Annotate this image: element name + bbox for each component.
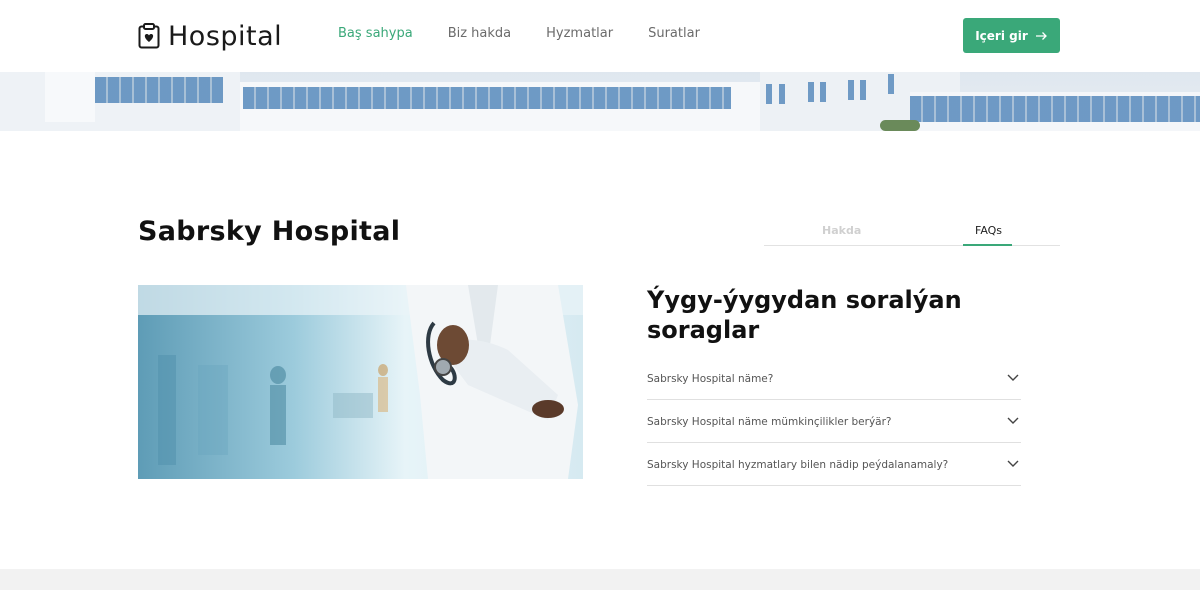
chevron-down-icon bbox=[1007, 417, 1019, 424]
site-header: Hospital Baş sahypa Biz hakda Hyzmatlar … bbox=[0, 0, 1200, 72]
hero-banner-image bbox=[0, 72, 1200, 131]
brand-logo[interactable]: Hospital bbox=[138, 18, 282, 54]
doctor-photo-illustration bbox=[138, 285, 583, 479]
content-tabs: Hakda FAQs bbox=[764, 220, 1060, 246]
faq-accordion: Sabrsky Hospital näme? Sabrsky Hospital … bbox=[647, 357, 1021, 486]
active-tab-indicator bbox=[963, 244, 1012, 246]
tab-about[interactable]: Hakda bbox=[822, 224, 861, 237]
nav-item-services[interactable]: Hyzmatlar bbox=[546, 26, 613, 41]
faq-item[interactable]: Sabrsky Hospital hyzmatlary bilen nädip … bbox=[647, 443, 1021, 486]
nav-item-about[interactable]: Biz hakda bbox=[448, 26, 511, 41]
login-button-label: Içeri gir bbox=[975, 28, 1028, 43]
faq-item[interactable]: Sabrsky Hospital näme? bbox=[647, 357, 1021, 400]
faq-question: Sabrsky Hospital näme mümkinçilikler ber… bbox=[647, 416, 892, 428]
main-nav: Baş sahypa Biz hakda Hyzmatlar Suratlar bbox=[338, 26, 735, 41]
doctor-photo bbox=[138, 285, 583, 479]
clipboard-heart-icon bbox=[138, 23, 160, 49]
faq-question: Sabrsky Hospital näme? bbox=[647, 373, 774, 385]
nav-item-gallery[interactable]: Suratlar bbox=[648, 26, 700, 41]
arrow-right-icon bbox=[1035, 31, 1047, 40]
tab-faqs[interactable]: FAQs bbox=[975, 224, 1002, 237]
nav-item-home[interactable]: Baş sahypa bbox=[338, 26, 413, 41]
faq-question: Sabrsky Hospital hyzmatlary bilen nädip … bbox=[647, 459, 949, 471]
login-button[interactable]: Içeri gir bbox=[963, 18, 1060, 53]
chevron-down-icon bbox=[1007, 374, 1019, 381]
brand-name: Hospital bbox=[168, 20, 283, 52]
faq-item[interactable]: Sabrsky Hospital näme mümkinçilikler ber… bbox=[647, 400, 1021, 443]
faq-heading: Ýygy-ýygydan soralýan soraglar bbox=[647, 286, 962, 344]
page-title: Sabrsky Hospital bbox=[138, 216, 401, 247]
chevron-down-icon bbox=[1007, 460, 1019, 467]
footer-strip bbox=[0, 569, 1200, 590]
